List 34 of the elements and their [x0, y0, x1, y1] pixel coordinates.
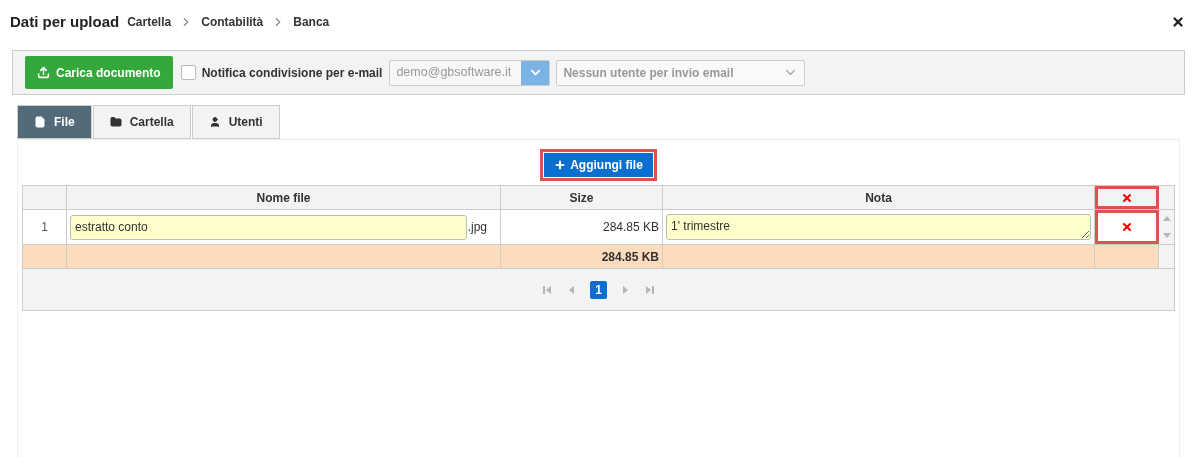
close-icon[interactable] [1171, 15, 1185, 29]
tab[interactable]: Utenti [191, 105, 280, 139]
delete-row-button[interactable] [1095, 210, 1159, 244]
size-cell: 284.85 KB [501, 210, 663, 244]
scrollbar[interactable] [1159, 210, 1174, 244]
row-number: 1 [23, 210, 67, 244]
scroll-down-icon[interactable] [1161, 230, 1172, 240]
delete-all-header[interactable] [1095, 186, 1159, 209]
page-button[interactable]: 1 [590, 280, 607, 299]
file-name-field[interactable]: estratto conto [70, 214, 467, 240]
notify-checkbox[interactable] [180, 65, 196, 80]
tab[interactable]: File [17, 105, 92, 139]
column-header[interactable]: Size [501, 186, 663, 209]
notify-label: Notifica condivisione per e-mail [201, 64, 383, 82]
file-extension: .jpg [467, 219, 487, 236]
first-page-icon[interactable] [542, 284, 552, 295]
delete-icon [1121, 221, 1133, 233]
upload-icon [37, 66, 50, 79]
file-icon [34, 116, 46, 128]
column-header[interactable]: Nome file [67, 186, 501, 209]
add-file-button[interactable]: Aggiungi file [544, 153, 653, 177]
user-icon [208, 116, 221, 128]
note-field[interactable]: 1' trimestre [666, 214, 1091, 240]
breadcrumb-item[interactable]: Cartella [127, 13, 172, 31]
folder-icon [109, 116, 122, 128]
plus-icon [554, 159, 567, 171]
tab[interactable]: Cartella [92, 105, 191, 139]
dialog-title: Dati per upload [10, 11, 120, 32]
breadcrumb-item[interactable]: Contabilità [201, 13, 264, 31]
delete-icon [1121, 191, 1133, 204]
last-page-icon[interactable] [645, 284, 655, 295]
size-total: 284.85 KB [501, 245, 663, 268]
breadcrumb-item[interactable]: Banca [293, 13, 330, 31]
scroll-up-icon[interactable] [1161, 214, 1172, 224]
